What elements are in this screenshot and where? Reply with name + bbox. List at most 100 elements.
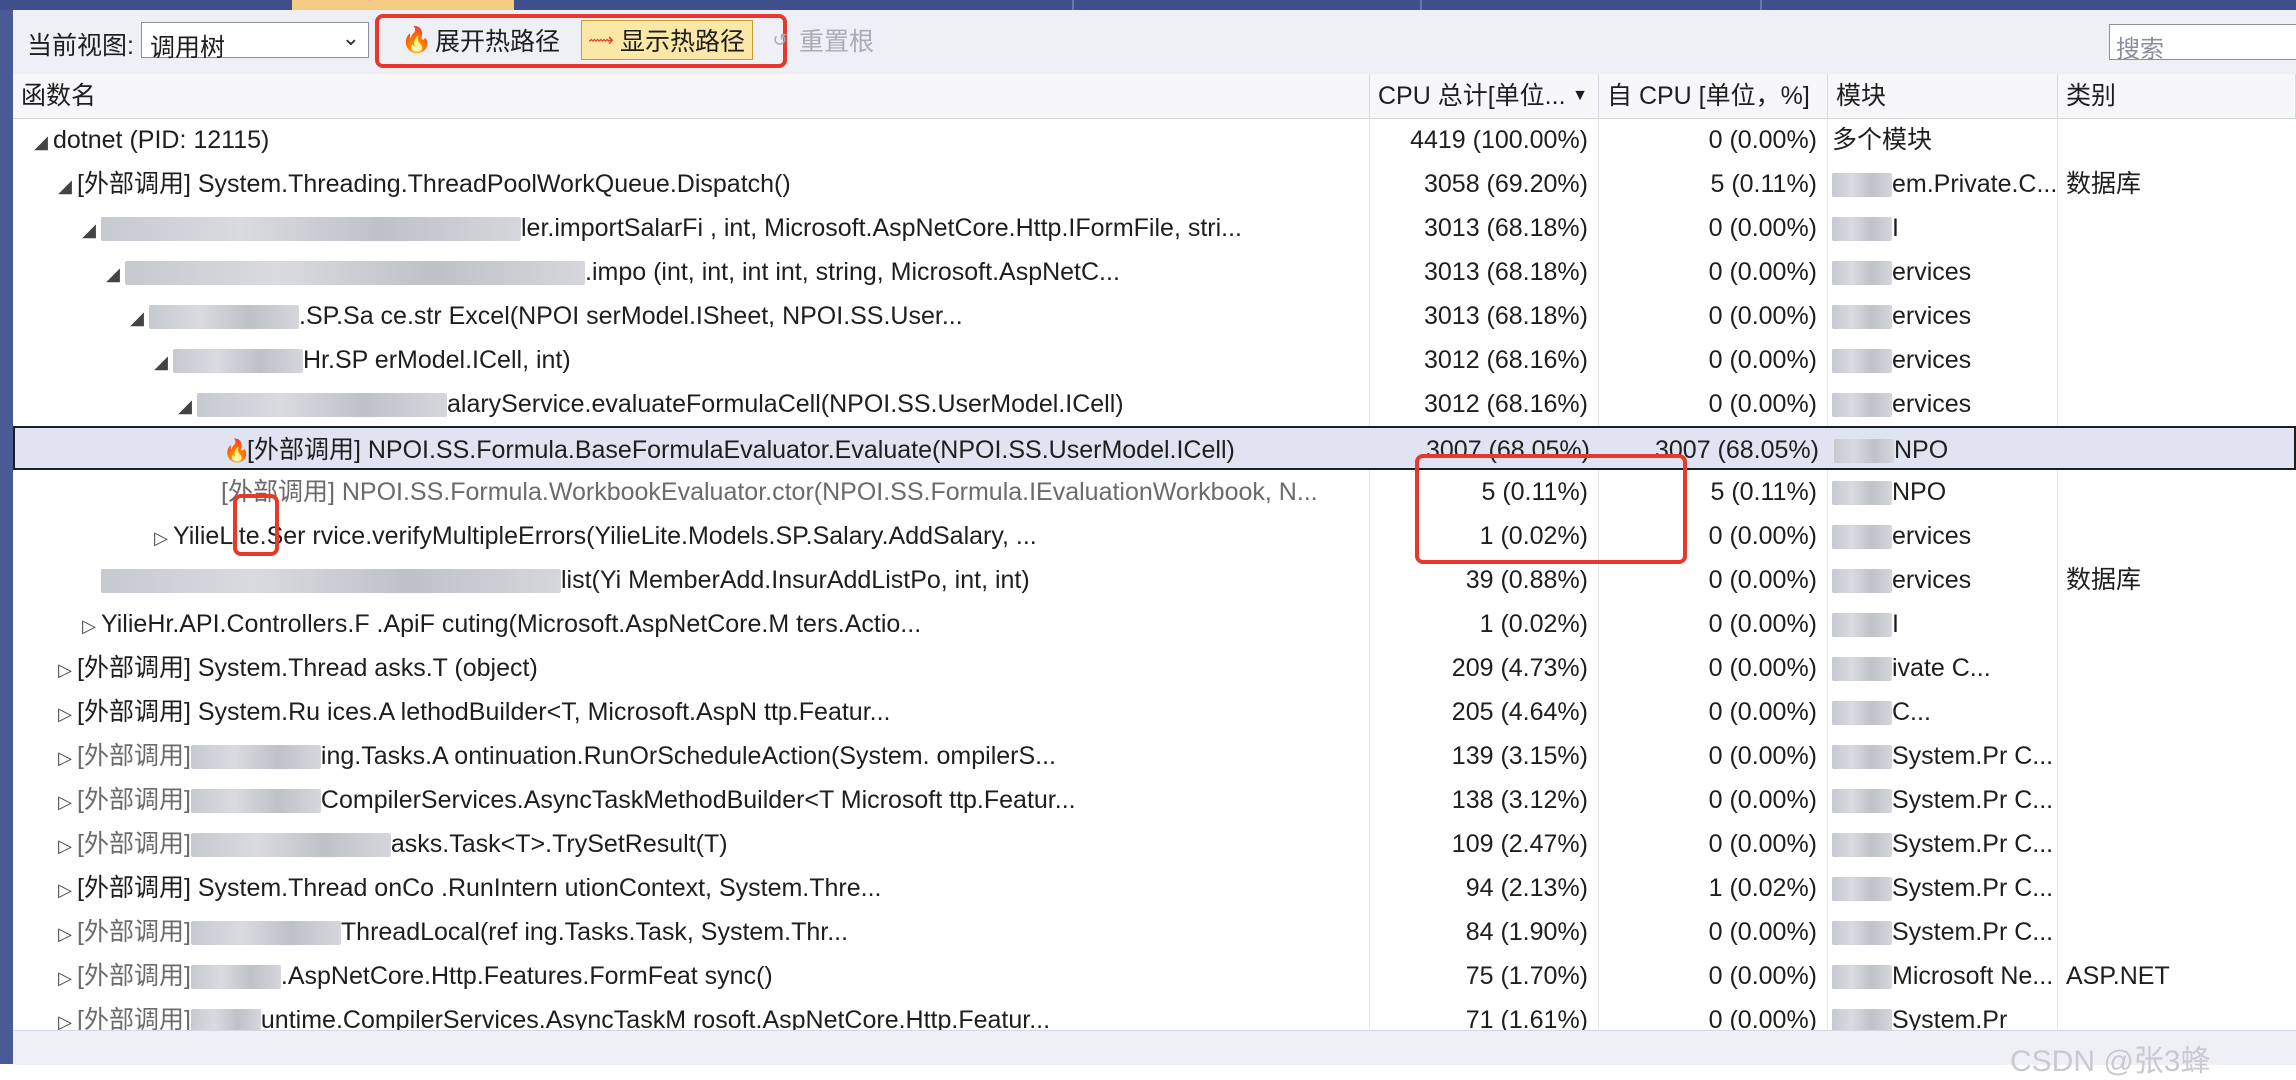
tree-expander-icon[interactable]: ▷: [53, 824, 77, 866]
tree-expander-icon[interactable]: ▷: [53, 648, 77, 690]
redacted-text: [1832, 481, 1892, 506]
total-cpu-cell: 138 (3.12%): [1451, 786, 1588, 814]
table-row[interactable]: ▷ [外部调用] System.Ru ices.A lethodBuilder<T…: [13, 690, 2296, 734]
tree-expander-icon[interactable]: ▷: [53, 912, 77, 954]
total-cpu-cell: 205 (4.64%): [1451, 698, 1588, 726]
function-name-cell: ◢ .impo (int, int, int int, string, Micro…: [13, 250, 1369, 294]
redacted-text: [1832, 921, 1892, 946]
module-cell: I: [1828, 206, 2057, 250]
module-text: System.Pr C...: [1892, 874, 2054, 902]
function-name-cell: ▷ [外部调用] System.Thread onCo .RunIntern ut…: [13, 866, 1369, 910]
table-row[interactable]: ▷ [外部调用] asks.Task<T>.TrySetResult(T) 109 (…: [13, 822, 2296, 866]
reset-root-button[interactable]: ↺ 重置根: [765, 20, 874, 60]
module-text: em.Private.C...: [1892, 170, 2057, 198]
tree-expander-icon[interactable]: ▷: [53, 692, 77, 734]
tree-expander-icon[interactable]: ◢: [125, 296, 149, 338]
redacted-text: [197, 393, 447, 418]
external-call-tag: [外部调用]: [77, 830, 191, 858]
tree-expander-icon[interactable]: ◢: [53, 164, 77, 206]
tree-expander-icon[interactable]: ▷: [53, 956, 77, 998]
tree-expander-icon[interactable]: ▷: [53, 868, 77, 910]
redacted-text: [1832, 657, 1892, 682]
redacted-text: [173, 349, 303, 374]
self-cpu-cell: 0 (0.00%): [1708, 742, 1817, 770]
module-text: ervices: [1892, 566, 1972, 594]
self-cpu-cell: 0 (0.00%): [1708, 258, 1817, 286]
view-dropdown[interactable]: 调用树 ⌄: [141, 22, 369, 62]
table-row[interactable]: ◢ [外部调用] System.Threading.ThreadPoolWorkQ…: [13, 162, 2296, 206]
table-row[interactable]: ▷ [外部调用] .AspNetCore.Http.Features.FormFea…: [13, 954, 2296, 998]
expand-hot-path-button[interactable]: 🔥 展开热路径: [395, 20, 566, 60]
module-cell: Microsoft Ne...: [1828, 954, 2057, 998]
module-text: C...: [1892, 698, 1931, 726]
table-row[interactable]: list(Yi MemberAdd.InsurAddListPo, int, i…: [13, 558, 2296, 602]
module-text: ervices: [1892, 522, 1972, 550]
table-row[interactable]: ▷ YilieLite.Ser rvice.verifyMultipleError…: [13, 514, 2296, 558]
module-text: System.Pr C...: [1892, 918, 2054, 946]
tree-expander-icon[interactable]: ▷: [149, 516, 173, 558]
self-cpu-cell: 5 (0.11%): [1710, 170, 1817, 198]
table-row[interactable]: ◢ alaryService.evaluateFormulaCell(NPOI.S…: [13, 382, 2296, 426]
tree-expander-icon[interactable]: ◢: [149, 340, 173, 382]
total-cpu-cell: 1 (0.02%): [1479, 610, 1588, 638]
table-row[interactable]: ◢ .SP.Sa ce.str Excel(NPOI serModel.IShee…: [13, 294, 2296, 338]
redacted-text: [1832, 745, 1892, 770]
table-row[interactable]: ◢ ler.importSalarFi , int, Microsoft.AspN…: [13, 206, 2296, 250]
module-text: I: [1892, 214, 1899, 242]
table-row[interactable]: ▷ [外部调用] System.Thread asks.T (object) 209…: [13, 646, 2296, 690]
tree-expander-icon[interactable]: ◢: [77, 208, 101, 250]
tree-expander-icon[interactable]: ▷: [77, 604, 101, 646]
table-row[interactable]: ▷ [外部调用] System.Thread onCo .RunIntern ut…: [13, 866, 2296, 910]
function-name-cell: 🔥[外部调用] NPOI.SS.Formula.BaseFormulaEvalu…: [15, 428, 1371, 472]
table-row[interactable]: ▷ [外部调用] ing.Tasks.A ontinuation.RunOrSche…: [13, 734, 2296, 778]
category-cell: [2058, 602, 2296, 646]
total-cpu-cell: 94 (2.13%): [1465, 874, 1588, 902]
category-cell: [2058, 778, 2296, 822]
module-text: ervices: [1892, 346, 1972, 374]
category-cell: [2058, 910, 2296, 954]
column-header-name[interactable]: 函数名: [13, 74, 1370, 118]
total-cpu-cell: 3013 (68.18%): [1423, 258, 1588, 286]
tree-expander-icon[interactable]: ▷: [53, 780, 77, 822]
redacted-text: [1832, 789, 1892, 814]
category-cell: [2058, 690, 2296, 734]
column-header-category[interactable]: 类别: [2058, 74, 2296, 118]
tree-expander-icon[interactable]: ◢: [173, 384, 197, 426]
column-header-self-cpu[interactable]: 自 CPU [单位，%]: [1599, 74, 1828, 118]
module-cell: NPO: [1828, 470, 2057, 514]
column-header-module[interactable]: 模块: [1828, 74, 2058, 118]
table-row[interactable]: ▷ [外部调用] CompilerServices.AsyncTaskMethodB…: [13, 778, 2296, 822]
table-row[interactable]: ▷ [外部调用] ThreadLocal(ref ing.Tasks.Task, S…: [13, 910, 2296, 954]
module-cell: System.Pr C...: [1828, 866, 2057, 910]
tree-expander-icon[interactable]: ◢: [29, 120, 53, 162]
tree-expander-icon[interactable]: ◢: [101, 252, 125, 294]
show-hot-path-button[interactable]: ⟿ 显示热路径: [581, 20, 753, 60]
function-name-cell: ◢ Hr.SP erModel.ICell, int): [13, 338, 1369, 382]
flame-icon: 🔥: [401, 25, 433, 54]
table-row[interactable]: [外部调用] NPOI.SS.Formula.WorkbookEvaluator…: [13, 470, 2296, 514]
module-cell: ervices: [1828, 250, 2057, 294]
self-cpu-cell: 0 (0.00%): [1708, 126, 1817, 154]
function-name-cell: ◢ ler.importSalarFi , int, Microsoft.AspN…: [13, 206, 1369, 250]
table-row[interactable]: ◢ dotnet (PID: 12115) 4419 (100.00%) 0 (0.0…: [13, 118, 2296, 162]
module-cell: ervices: [1828, 558, 2057, 602]
redacted-text: [101, 217, 521, 242]
column-header-total-cpu[interactable]: CPU 总计[单位... ▼: [1370, 74, 1599, 118]
tree-expander-icon[interactable]: ▷: [53, 736, 77, 778]
function-name-cell: ▷ YilieLite.Ser rvice.verifyMultipleError…: [13, 514, 1369, 558]
table-row[interactable]: 🔥[外部调用] NPOI.SS.Formula.BaseFormulaEvalu…: [13, 426, 2296, 470]
active-document-tab[interactable]: [292, 0, 514, 10]
table-row[interactable]: ◢ .impo (int, int, int int, string, Micro…: [13, 250, 2296, 294]
table-row[interactable]: ▷ YilieHr.API.Controllers.F .ApiF cuting(…: [13, 602, 2296, 646]
search-input[interactable]: 搜索: [2109, 24, 2296, 63]
horizontal-scrollbar[interactable]: [13, 1030, 2296, 1065]
table-row[interactable]: ◢ Hr.SP erModel.ICell, int) 3012 (68.16%) 0…: [13, 338, 2296, 382]
external-call-tag: [外部调用]: [77, 962, 191, 990]
function-name-text: ler.importSalarFi , int, Microsoft.AspNe…: [521, 214, 1242, 242]
function-name-text: [外部调用] NPOI.SS.Formula.BaseFormulaEvalua…: [247, 436, 1235, 464]
function-name-cell: ◢ alaryService.evaluateFormulaCell(NPOI.S…: [13, 382, 1369, 426]
self-cpu-cell: 0 (0.00%): [1708, 390, 1817, 418]
category-cell: [2058, 206, 2296, 250]
redacted-text: [190, 789, 321, 814]
current-view-label: 当前视图:: [27, 32, 134, 60]
